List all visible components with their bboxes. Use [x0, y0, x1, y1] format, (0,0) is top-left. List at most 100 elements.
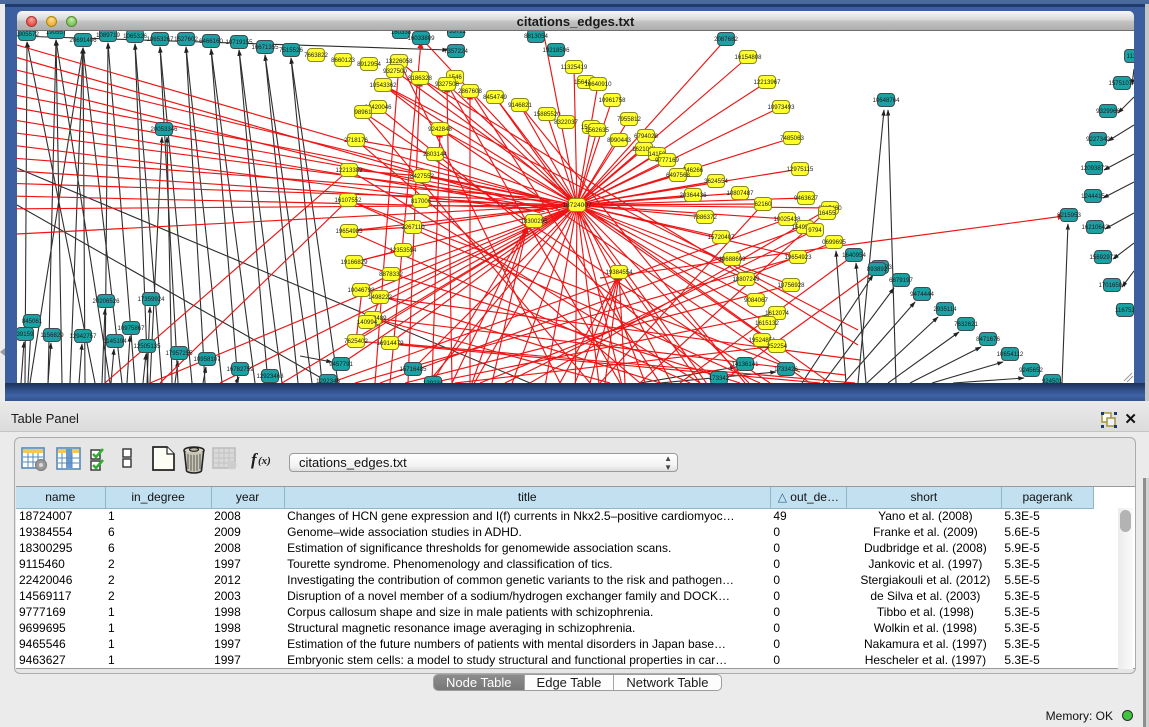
svg-text:12353594: 12353594 [389, 247, 417, 254]
svg-text:12093872: 12093872 [1080, 165, 1108, 172]
svg-text:9327508: 9327508 [435, 81, 459, 88]
svg-text:16033809: 16033809 [407, 35, 435, 42]
svg-text:7485063: 7485063 [780, 135, 804, 142]
svg-text:17016504: 17016504 [1098, 282, 1126, 289]
svg-text:16455: 16455 [819, 210, 837, 217]
svg-text:8427552: 8427552 [410, 173, 434, 180]
svg-text:8660123: 8660123 [331, 57, 355, 64]
svg-text:18300295: 18300295 [520, 218, 548, 225]
svg-text:7663822: 7663822 [304, 52, 328, 59]
svg-text:20691406: 20691406 [69, 37, 97, 44]
svg-text:9474444: 9474444 [910, 291, 934, 298]
svg-text:1615132: 1615132 [755, 320, 779, 327]
svg-text:6879197: 6879197 [889, 277, 913, 284]
svg-text:15885520: 15885520 [533, 111, 561, 118]
svg-text:20053346: 20053346 [150, 126, 178, 133]
svg-text:9242848: 9242848 [428, 126, 452, 133]
svg-text:1065326: 1065326 [123, 33, 147, 40]
svg-text:116753: 116753 [1115, 307, 1134, 314]
svg-text:10756928: 10756928 [777, 282, 805, 289]
svg-text:1156829: 1156829 [40, 332, 64, 339]
svg-text:190557: 190557 [46, 31, 67, 36]
svg-text:10958107: 10958107 [193, 356, 221, 363]
svg-text:10975867: 10975867 [117, 325, 145, 332]
svg-text:735722: 735722 [446, 31, 467, 35]
svg-text:8454749: 8454749 [483, 94, 507, 101]
svg-text:7357224: 7357224 [444, 48, 468, 55]
svg-text:8912954: 8912954 [357, 61, 381, 68]
svg-text:7955812: 7955812 [617, 116, 641, 123]
svg-text:1145194: 1145194 [103, 338, 127, 345]
svg-text:18640910: 18640910 [584, 81, 612, 88]
svg-text:18724007: 18724007 [562, 202, 592, 209]
svg-text:9794: 9794 [808, 227, 822, 234]
svg-text:3215953: 3215953 [1057, 212, 1081, 219]
svg-text:10653267: 10653267 [146, 36, 174, 43]
svg-text:129234: 129234 [423, 380, 444, 383]
svg-text:9329966: 9329966 [1096, 108, 1120, 115]
svg-text:10961758: 10961758 [598, 97, 626, 104]
svg-text:98961: 98961 [355, 109, 373, 116]
svg-text:9245652: 9245652 [1019, 367, 1043, 374]
svg-text:16154808: 16154808 [734, 54, 762, 61]
svg-text:1292346: 1292346 [316, 378, 340, 383]
svg-text:2935114: 2935114 [933, 306, 957, 313]
svg-text:12505135: 12505135 [133, 343, 161, 350]
svg-text:19384554: 19384554 [605, 269, 633, 276]
svg-text:13226058: 13226058 [385, 58, 413, 65]
svg-text:10973493: 10973493 [767, 104, 795, 111]
svg-text:2803144: 2803144 [423, 151, 447, 158]
svg-text:9227342: 9227342 [1086, 136, 1110, 143]
svg-text:20364436: 20364436 [679, 192, 707, 199]
svg-text:8990443: 8990443 [607, 137, 631, 144]
svg-text:2087682: 2087682 [714, 36, 738, 43]
svg-text:10807487: 10807487 [726, 190, 754, 197]
svg-text:2867608: 2867608 [458, 88, 482, 95]
svg-text:8186328: 8186328 [408, 75, 432, 82]
svg-text:8878332: 8878332 [379, 271, 403, 278]
svg-text:8813054: 8813054 [524, 33, 548, 40]
svg-text:10046798: 10046798 [347, 287, 375, 294]
svg-text:8322037: 8322037 [554, 119, 578, 126]
svg-text:9777169: 9777169 [655, 157, 679, 164]
svg-text:6497568: 6497568 [666, 172, 690, 179]
svg-text:9463627: 9463627 [794, 195, 818, 202]
svg-text:10648764: 10648764 [872, 97, 900, 104]
svg-text:252254: 252254 [767, 343, 788, 350]
svg-text:17359924: 17359924 [137, 296, 165, 303]
svg-text:10688609: 10688609 [718, 256, 746, 263]
svg-text:845061: 845061 [22, 318, 43, 325]
svg-text:7886372: 7886372 [693, 214, 717, 221]
svg-text:10543362: 10543362 [369, 82, 397, 89]
svg-text:16107552: 16107552 [334, 197, 362, 204]
svg-text:15720407: 15720407 [707, 234, 735, 241]
svg-text:8471676: 8471676 [976, 336, 1000, 343]
svg-text:16210643: 16210643 [1081, 224, 1109, 231]
svg-text:(x): (x) [258, 455, 271, 467]
svg-text:1640954: 1640954 [842, 252, 866, 259]
svg-text:1562635: 1562635 [585, 127, 609, 134]
svg-text:1733426: 1733426 [774, 366, 798, 373]
svg-text:7515526: 7515526 [279, 47, 303, 54]
svg-text:19218506: 19218506 [542, 47, 570, 54]
svg-text:3624554: 3624554 [704, 178, 728, 185]
svg-text:12923468: 12923468 [256, 373, 284, 380]
svg-text:173342: 173342 [709, 375, 730, 382]
svg-text:12213967: 12213967 [753, 79, 781, 86]
svg-text:19654985: 19654985 [335, 228, 363, 235]
svg-text:9457791: 9457791 [329, 361, 353, 368]
svg-text:16914479: 16914479 [376, 340, 404, 347]
svg-text:16671355: 16671355 [251, 44, 279, 51]
svg-text:62160: 62160 [755, 201, 773, 208]
svg-text:12213389: 12213389 [335, 167, 363, 174]
svg-text:9146821: 9146821 [508, 102, 532, 109]
svg-text:9084067: 9084067 [744, 297, 768, 304]
svg-text:15751074: 15751074 [1108, 80, 1134, 87]
svg-text:9327500: 9327500 [383, 68, 407, 75]
svg-text:1527602: 1527602 [174, 36, 198, 43]
svg-text:893892: 893892 [867, 266, 888, 273]
svg-text:1244415: 1244415 [1081, 193, 1105, 200]
svg-text:817006: 817006 [411, 198, 432, 205]
svg-text:2718176: 2718176 [344, 137, 368, 144]
svg-text:16782759: 16782759 [226, 366, 254, 373]
